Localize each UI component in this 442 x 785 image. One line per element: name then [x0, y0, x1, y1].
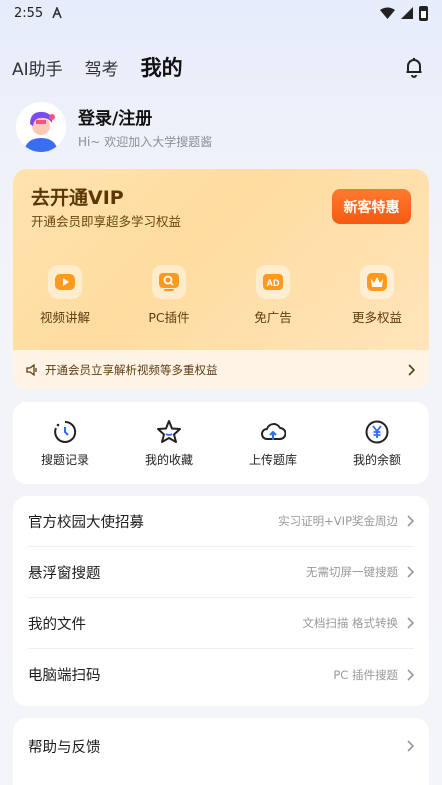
perk-no-ads[interactable]: AD 免广告: [221, 265, 325, 326]
my-favorites-button[interactable]: 我的收藏: [117, 419, 221, 468]
menu-label: 悬浮窗搜题: [28, 565, 101, 582]
menu-hint: PC 插件搜题: [333, 667, 398, 682]
perk-label: 免广告: [254, 310, 292, 325]
signal-icon: [401, 7, 413, 19]
yuan-icon: [365, 420, 389, 443]
perk-video[interactable]: 视频讲解: [13, 265, 117, 326]
perk-pc-plugin[interactable]: PC插件: [117, 265, 221, 326]
chevron-right-icon: [407, 617, 414, 629]
menu-label: 官方校园大使招募: [28, 514, 144, 531]
status-time: 2:55: [14, 5, 44, 21]
star-icon: [157, 419, 181, 443]
chevron-right-icon: [407, 668, 414, 681]
menu-row-help-feedback[interactable]: 帮助与反馈: [28, 718, 414, 774]
menu-label: 电脑端扫码: [28, 668, 101, 684]
cloud-upload-icon: [261, 422, 286, 440]
tab-mine[interactable]: 我的: [141, 52, 183, 82]
quick-label: 我的余额: [352, 452, 401, 467]
vip-subtitle: 开通会员即享超多学习权益: [31, 214, 182, 229]
menu-hint: 文档扫描 格式转换: [302, 616, 398, 630]
speaker-icon: [26, 363, 37, 376]
upload-question-bank-button[interactable]: 上传题库: [221, 419, 325, 468]
status-bar: 2:55: [0, 0, 442, 26]
quick-actions: 搜题记录 我的收藏 上传题库 我的余额: [13, 402, 429, 484]
perk-label: 视频讲解: [39, 310, 90, 325]
menu-row-pc-scan[interactable]: 电脑端扫码 PC 插件搜题: [28, 649, 414, 700]
menu-label: 我的文件: [28, 616, 86, 633]
login-register-title[interactable]: 登录/注册: [78, 104, 212, 129]
history-icon: [54, 420, 77, 443]
vip-banner-text: 开通会员立享解析视频等多重权益: [45, 362, 218, 377]
chevron-right-icon: [408, 363, 415, 376]
new-customer-offer-button[interactable]: 新客特惠: [332, 189, 411, 224]
chevron-right-icon: [407, 740, 414, 752]
chevron-right-icon: [407, 566, 414, 578]
quick-label: 上传题库: [248, 452, 297, 467]
play-icon: [48, 265, 82, 299]
perk-label: 更多权益: [351, 310, 402, 325]
search-icon: [152, 265, 186, 299]
profile-section[interactable]: 登录/注册 Hi~ 欢迎加入大学搜题酱: [16, 102, 212, 152]
bell-icon[interactable]: [402, 55, 426, 79]
my-balance-button[interactable]: 我的余额: [325, 419, 429, 468]
perk-label: PC插件: [148, 310, 190, 325]
quick-label: 搜题记录: [40, 452, 89, 467]
tab-driving-test[interactable]: 驾考: [85, 55, 119, 80]
wifi-icon: [380, 7, 395, 19]
settings-menu: 官方校园大使招募 实习证明+VIP奖金周边 悬浮窗搜题 无需切屏一键搜题 我的文…: [13, 496, 429, 706]
help-menu: 帮助与反馈: [13, 718, 429, 785]
vip-perks: 视频讲解 PC插件 AD 免广告 更多权益: [13, 265, 429, 326]
vip-title: 去开通VIP: [31, 187, 124, 209]
menu-label: 帮助与反馈: [28, 739, 101, 756]
battery-icon: [419, 5, 428, 21]
vip-card[interactable]: 去开通VIP 开通会员即享超多学习权益 新客特惠 视频讲解 PC插件 AD 免广…: [13, 169, 429, 389]
svg-text:AD: AD: [267, 278, 280, 288]
avatar[interactable]: [16, 102, 66, 152]
chevron-right-icon: [407, 515, 414, 527]
crown-icon: [360, 265, 394, 299]
tab-ai-assistant[interactable]: AI助手: [12, 55, 63, 80]
menu-row-my-files[interactable]: 我的文件 文档扫描 格式转换: [28, 598, 414, 649]
ad-icon: AD: [256, 265, 290, 299]
menu-hint: 实习证明+VIP奖金周边: [278, 514, 398, 528]
notification-app-icon: [52, 7, 62, 19]
menu-row-campus-ambassador[interactable]: 官方校园大使招募 实习证明+VIP奖金周边: [28, 496, 414, 547]
menu-row-floating-window[interactable]: 悬浮窗搜题 无需切屏一键搜题: [28, 547, 414, 598]
perk-more[interactable]: 更多权益: [325, 265, 429, 326]
vip-banner[interactable]: 开通会员立享解析视频等多重权益: [13, 350, 429, 389]
welcome-text: Hi~ 欢迎加入大学搜题酱: [78, 135, 213, 149]
menu-hint: 无需切屏一键搜题: [306, 565, 398, 579]
search-history-button[interactable]: 搜题记录: [13, 419, 117, 468]
quick-label: 我的收藏: [144, 452, 193, 467]
top-nav: AI助手 驾考 我的: [12, 50, 426, 84]
